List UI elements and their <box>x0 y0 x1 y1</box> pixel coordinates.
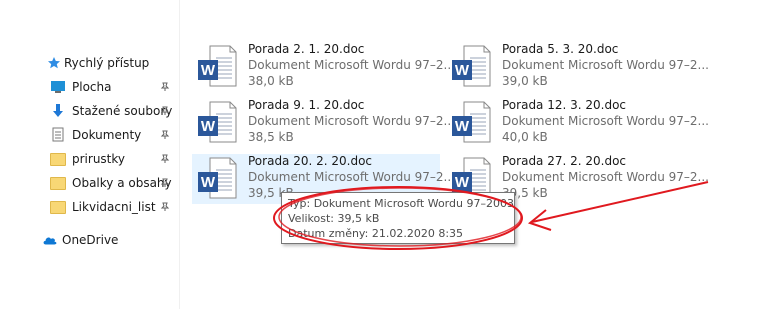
tooltip-modified: Datum změny: 21.02.2020 8:35 <box>288 227 464 240</box>
star-icon <box>46 55 62 71</box>
folder-icon <box>50 175 66 191</box>
file-size: 38,5 kB <box>248 130 294 144</box>
tooltip-size: Velikost: 39,5 kB <box>288 212 380 225</box>
file-type: Dokument Microsoft Wordu 97–2... <box>502 114 709 128</box>
file-name: Porada 20. 2. 20.doc <box>248 154 373 168</box>
nav-item-stazene-soubory[interactable]: Stažené soubory <box>50 100 172 122</box>
nav-quick-access[interactable]: Rychlý přístup <box>46 52 149 74</box>
svg-text:W: W <box>455 62 470 79</box>
file-size: 40,0 kB <box>502 130 548 144</box>
documents-icon <box>50 127 66 143</box>
navigation-pane: Rychlý přístup Plocha Stažené soubory Do… <box>0 0 180 309</box>
word-document-icon: W <box>198 45 237 87</box>
nav-onedrive[interactable]: OneDrive <box>42 229 118 251</box>
nav-item-prirustky[interactable]: prirustky <box>50 148 125 170</box>
svg-text:W: W <box>201 174 216 191</box>
pane-divider <box>179 0 180 309</box>
file-size: 38,0 kB <box>248 74 294 88</box>
file-item[interactable]: W Porada 9. 1. 20.doc Dokument Microsoft W… <box>192 98 455 148</box>
word-document-icon: W <box>452 45 491 87</box>
pin-icon[interactable] <box>160 178 172 190</box>
file-name: Porada 9. 1. 20.doc <box>248 98 365 112</box>
file-type: Dokument Microsoft Wordu 97–2... <box>248 170 455 184</box>
svg-text:W: W <box>455 118 470 135</box>
cloud-icon <box>42 232 58 248</box>
desktop-icon <box>50 79 66 95</box>
download-icon <box>50 103 66 119</box>
file-tooltip: Typ: Dokument Microsoft Wordu 97–2003 Ve… <box>281 192 515 244</box>
nav-item-likvidacni-list[interactable]: Likvidacni_list <box>50 196 156 218</box>
pin-icon[interactable] <box>160 82 172 94</box>
nav-item-label: Plocha <box>72 80 112 94</box>
nav-item-dokumenty[interactable]: Dokumenty <box>50 124 141 146</box>
nav-item-label: Likvidacni_list <box>72 200 156 214</box>
file-item[interactable]: W Porada 5. 3. 20.doc Dokument Microsoft W… <box>446 42 709 92</box>
pin-icon[interactable] <box>160 106 172 118</box>
nav-item-label: prirustky <box>72 152 126 166</box>
nav-item-obalky-a-obsahy[interactable]: Obalky a obsahy <box>50 172 172 194</box>
file-size: 39,0 kB <box>502 74 548 88</box>
svg-text:W: W <box>201 118 216 135</box>
svg-text:W: W <box>455 174 470 191</box>
pin-icon[interactable] <box>160 130 172 142</box>
nav-quick-access-label: Rychlý přístup <box>64 56 150 70</box>
nav-onedrive-label: OneDrive <box>62 233 119 247</box>
nav-item-label: Stažené soubory <box>72 104 173 118</box>
file-type: Dokument Microsoft Wordu 97–2... <box>248 114 455 128</box>
file-type: Dokument Microsoft Wordu 97–2... <box>502 58 709 72</box>
folder-icon <box>50 199 66 215</box>
word-document-icon: W <box>452 101 491 143</box>
file-name: Porada 12. 3. 20.doc <box>502 98 627 112</box>
word-document-icon: W <box>198 101 237 143</box>
word-document-icon: W <box>198 157 237 199</box>
nav-item-plocha[interactable]: Plocha <box>50 76 111 98</box>
annotation-arrow-head <box>527 209 552 231</box>
tooltip-type: Typ: Dokument Microsoft Wordu 97–2003 <box>288 197 514 210</box>
file-name: Porada 27. 2. 20.doc <box>502 154 627 168</box>
file-type: Dokument Microsoft Wordu 97–2... <box>502 170 709 184</box>
file-type: Dokument Microsoft Wordu 97–2... <box>248 58 455 72</box>
pin-icon[interactable] <box>160 202 172 214</box>
svg-text:W: W <box>201 62 216 79</box>
file-item[interactable]: W Porada 12. 3. 20.doc Dokument Microsoft … <box>446 98 709 148</box>
file-name: Porada 5. 3. 20.doc <box>502 42 619 56</box>
file-name: Porada 2. 1. 20.doc <box>248 42 365 56</box>
nav-item-label: Dokumenty <box>72 128 142 142</box>
pin-icon[interactable] <box>160 154 172 166</box>
nav-item-label: Obalky a obsahy <box>72 176 172 190</box>
file-item[interactable]: W Porada 2. 1. 20.doc Dokument Microsoft W… <box>192 42 455 92</box>
folder-icon <box>50 151 66 167</box>
